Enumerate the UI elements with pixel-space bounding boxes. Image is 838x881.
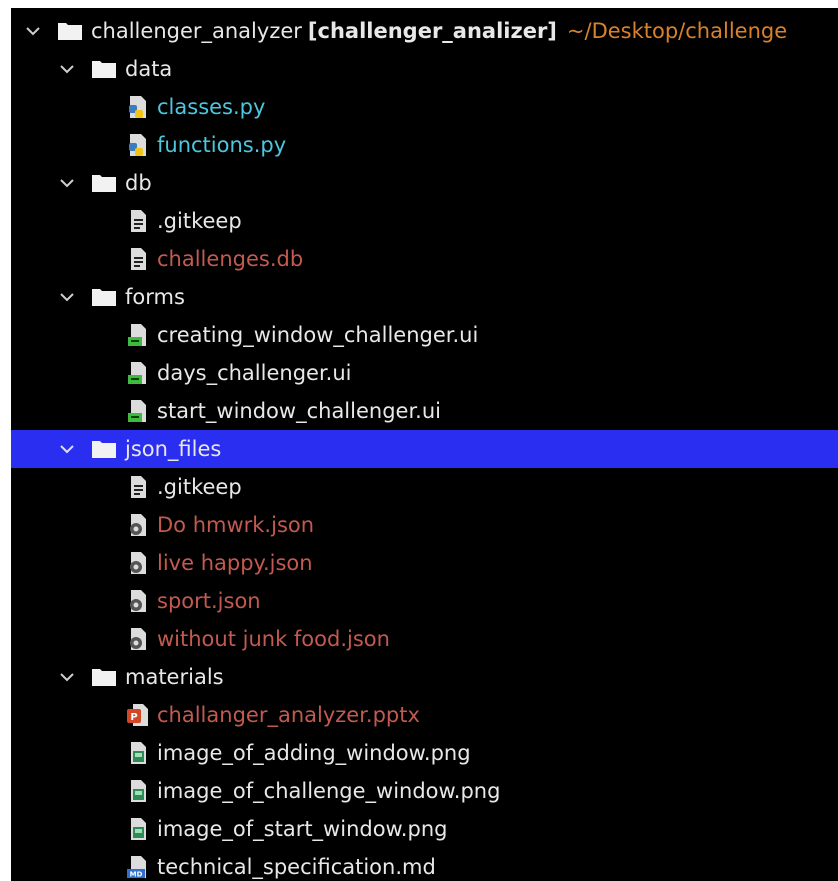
folder-icon [91,666,119,688]
svg-text:MD: MD [130,871,143,879]
qt-ui-file-icon [127,360,151,386]
tree-item-label: data [125,57,173,81]
tree-item-classes-py[interactable]: classes.py [11,88,838,126]
tree-item-days-challenger-ui[interactable]: days_challenger.ui [11,354,838,392]
tree-item-sport-json[interactable]: sport.json [11,582,838,620]
tree-item-creating-window-ui[interactable]: creating_window_challenger.ui [11,316,838,354]
image-file-icon [127,740,151,766]
tree-item-db[interactable]: db [11,164,838,202]
tree-item-label: technical_specification.md [157,855,436,879]
project-tree-panel: challenger_analyzer [challenger_analizer… [11,8,838,881]
tree-item-label: Do hmwrk.json [157,513,315,537]
tree-item-label: classes.py [157,95,266,119]
tree-item-live-happy-json[interactable]: live happy.json [11,544,838,582]
json-file-icon [127,626,151,652]
tree-item-label: materials [125,665,224,689]
chevron-down-icon[interactable] [57,287,77,307]
qt-ui-file-icon [127,398,151,424]
tree-item-label: challanger_analyzer.pptx [157,703,420,727]
powerpoint-file-icon: P [127,702,151,728]
tree-item-label: json_files [125,437,222,461]
tree-item-gitkeep[interactable]: .gitkeep [11,202,838,240]
chevron-down-icon[interactable] [57,667,77,687]
tree-item-forms[interactable]: forms [11,278,838,316]
tree-item-do-hmwrk-json[interactable]: Do hmwrk.json [11,506,838,544]
image-file-icon [127,778,151,804]
tree-item-label: image_of_challenge_window.png [157,779,501,803]
text-file-icon [127,474,151,500]
tree-item-label: creating_window_challenger.ui [157,323,479,347]
markdown-file-icon: MD [127,854,151,880]
folder-icon [91,172,119,194]
json-file-icon [127,512,151,538]
tree-item-json-files[interactable]: json_files [11,430,838,468]
tree-root-project[interactable]: challenger_analyzer [challenger_analizer… [11,12,838,50]
json-file-icon [127,588,151,614]
tree-item-pptx[interactable]: P challanger_analyzer.pptx [11,696,838,734]
tree-item-data[interactable]: data [11,50,838,88]
tree-item-label: db [125,171,152,195]
tree-item-label: live happy.json [157,551,313,575]
tree-item-materials[interactable]: materials [11,658,838,696]
folder-icon [91,438,119,460]
tree-item-start-window-ui[interactable]: start_window_challenger.ui [11,392,838,430]
tree-item-label: forms [125,285,185,309]
tree-item-gitkeep[interactable]: .gitkeep [11,468,838,506]
tree-item-label: sport.json [157,589,261,613]
tree-item-technical-spec-md[interactable]: MD technical_specification.md [11,848,838,881]
chevron-down-icon[interactable] [23,21,43,41]
text-file-icon [127,246,151,272]
project-name: challenger_analyzer [91,19,302,43]
tree-item-label: functions.py [157,133,287,157]
tree-item-label: challenges.db [157,247,304,271]
tree-item-image-adding-window[interactable]: image_of_adding_window.png [11,734,838,772]
tree-item-image-challenge-window[interactable]: image_of_challenge_window.png [11,772,838,810]
json-file-icon [127,550,151,576]
chevron-down-icon[interactable] [57,173,77,193]
tree-item-label: image_of_adding_window.png [157,741,471,765]
qt-ui-file-icon [127,322,151,348]
project-module: [challenger_analizer] [307,19,557,43]
project-path: ~/Desktop/challenge [566,19,788,43]
tree-item-label: days_challenger.ui [157,361,352,385]
folder-icon [91,58,119,80]
python-file-icon [127,94,151,120]
svg-text:P: P [130,712,137,723]
chevron-down-icon[interactable] [57,439,77,459]
folder-icon [57,20,85,42]
tree-item-image-start-window[interactable]: image_of_start_window.png [11,810,838,848]
text-file-icon [127,208,151,234]
tree-item-challenges-db[interactable]: challenges.db [11,240,838,278]
tree-item-without-junk-food-json[interactable]: without junk food.json [11,620,838,658]
tree-item-label: .gitkeep [157,475,242,499]
tree-item-functions-py[interactable]: functions.py [11,126,838,164]
chevron-down-icon[interactable] [57,59,77,79]
tree-item-label: without junk food.json [157,627,390,651]
python-file-icon [127,132,151,158]
tree-item-label: image_of_start_window.png [157,817,448,841]
image-file-icon [127,816,151,842]
tree-item-label: .gitkeep [157,209,242,233]
folder-icon [91,286,119,308]
tree-item-label: start_window_challenger.ui [157,399,441,423]
